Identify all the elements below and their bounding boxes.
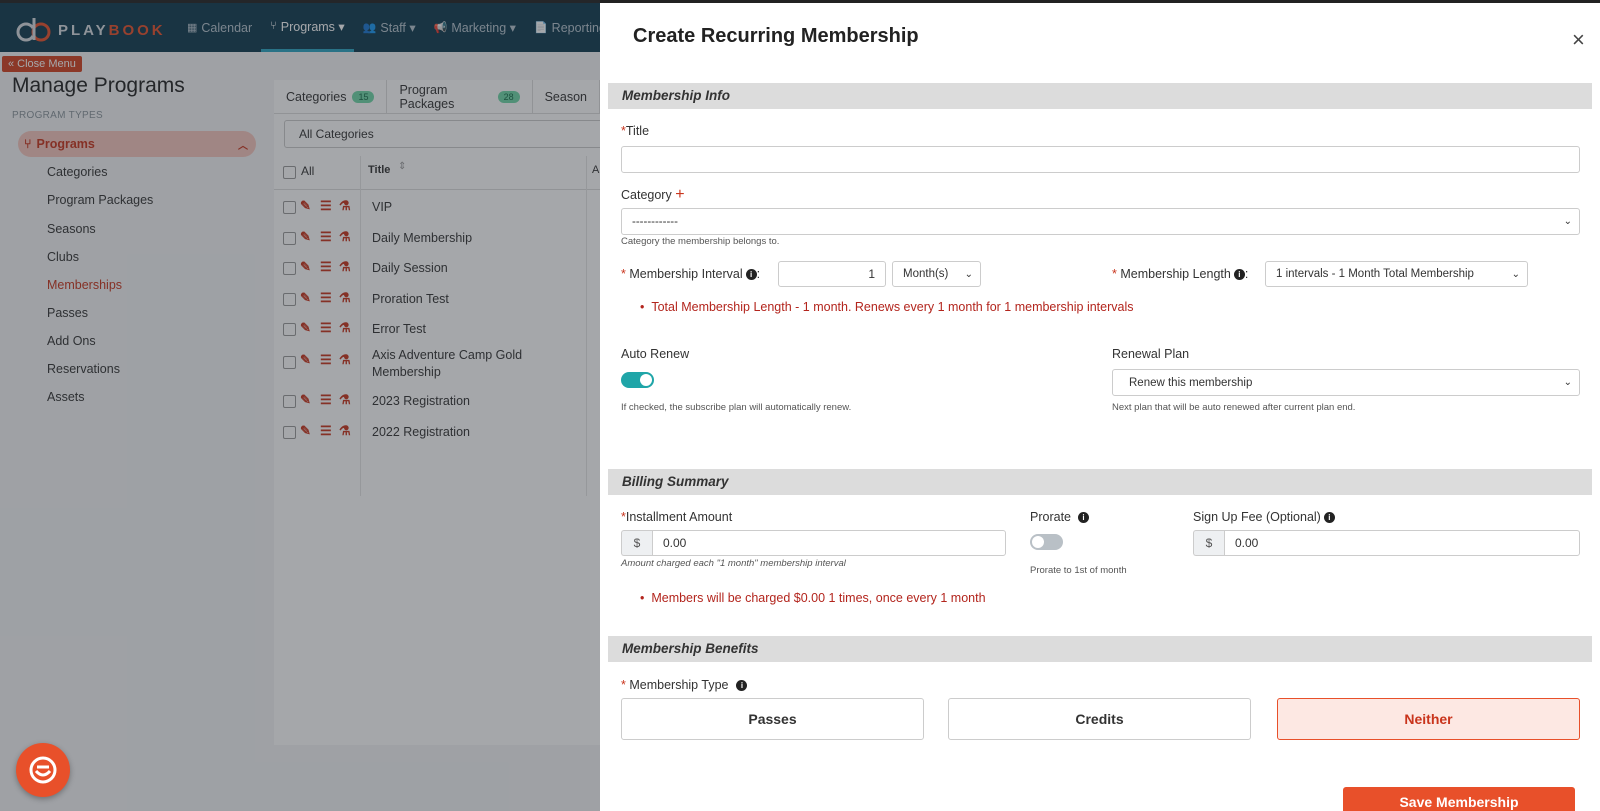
toggle-knob: [640, 374, 652, 386]
category-label-text: Category: [621, 188, 672, 202]
title-input[interactable]: [621, 146, 1580, 173]
prorate-label: Prorate i: [1030, 510, 1089, 524]
required-marker: *: [621, 267, 626, 281]
interval-label: * Membership Interval i:: [621, 267, 761, 281]
length-select-value: 1 intervals - 1 Month Total Membership: [1276, 268, 1474, 280]
interval-label-text: Membership Interval: [629, 267, 743, 281]
info-icon[interactable]: i: [1323, 512, 1335, 524]
prorate-toggle[interactable]: [1030, 534, 1063, 550]
page: PLAYBOOK ▦ Calendar ⑂ Programs ▾ 👥 Staff ▾ …: [0, 0, 1600, 811]
chevron-down-icon: ⌄: [1511, 268, 1520, 280]
modal-title: Create Recurring Membership: [633, 25, 919, 47]
length-note-text: Total Membership Length - 1 month. Renew…: [651, 300, 1134, 314]
installment-label: *Installment Amount: [621, 510, 732, 524]
category-select[interactable]: ------------ ⌄: [621, 208, 1580, 235]
currency-addon: $: [1193, 530, 1224, 556]
length-label-text: Membership Length: [1120, 267, 1231, 281]
add-category-icon[interactable]: +: [675, 186, 684, 203]
toggle-knob: [1032, 536, 1044, 548]
auto-renew-label: Auto Renew: [621, 347, 690, 361]
category-help: Category the membership belongs to.: [621, 236, 780, 247]
info-icon[interactable]: i: [736, 680, 748, 692]
type-credits-button[interactable]: Credits: [948, 698, 1251, 740]
section-billing-summary: Billing Summary: [608, 469, 1592, 495]
renewal-plan-help: Next plan that will be auto renewed afte…: [1112, 402, 1356, 413]
interval-unit-select[interactable]: Month(s) ⌄: [892, 261, 981, 287]
auto-renew-toggle[interactable]: [621, 372, 654, 388]
interval-input[interactable]: [778, 261, 886, 287]
interval-unit-value: Month(s): [903, 268, 949, 280]
chevron-down-icon: ⌄: [964, 268, 973, 280]
required-marker: *: [621, 678, 626, 692]
renewal-plan-label: Renewal Plan: [1112, 347, 1190, 361]
chat-icon: [29, 756, 57, 784]
save-membership-button[interactable]: Save Membership: [1343, 787, 1575, 811]
chevron-down-icon: ⌄: [1563, 216, 1572, 227]
create-membership-modal: Create Recurring Membership × Membership…: [600, 0, 1600, 811]
chat-button[interactable]: [16, 743, 70, 797]
installment-label-text: Installment Amount: [625, 510, 733, 524]
info-icon[interactable]: i: [745, 269, 757, 281]
modal-backdrop[interactable]: [0, 0, 600, 811]
membership-type-label-text: Membership Type: [629, 678, 729, 692]
category-label: Category +: [621, 186, 685, 204]
info-icon[interactable]: i: [1078, 512, 1089, 524]
title-label: *Title: [621, 124, 649, 138]
info-icon[interactable]: i: [1233, 269, 1245, 281]
section-membership-benefits: Membership Benefits: [608, 636, 1592, 662]
required-marker: *: [1112, 267, 1117, 281]
renewal-plan-select[interactable]: Renew this membership ⌄: [1112, 369, 1580, 396]
renewal-plan-value: Renew this membership: [1129, 376, 1253, 389]
prorate-label-text: Prorate: [1030, 510, 1071, 524]
installment-help: Amount charged each "1 month" membership…: [621, 558, 846, 569]
signup-fee-label-text: Sign Up Fee (Optional): [1193, 510, 1321, 524]
prorate-help: Prorate to 1st of month: [1030, 565, 1127, 576]
section-membership-info: Membership Info: [608, 83, 1592, 109]
length-select[interactable]: 1 intervals - 1 Month Total Membership ⌄: [1265, 261, 1528, 287]
signup-fee-label: Sign Up Fee (Optional) i: [1193, 510, 1335, 524]
charge-note-text: Members will be charged $0.00 1 times, o…: [651, 591, 986, 605]
title-label-text: Title: [625, 124, 650, 138]
charge-note: • Members will be charged $0.00 1 times,…: [640, 591, 986, 605]
installment-input[interactable]: [652, 530, 1006, 556]
category-select-value: ------------: [632, 215, 678, 228]
currency-addon: $: [621, 530, 652, 556]
membership-type-label: * Membership Type i: [621, 678, 748, 692]
auto-renew-help: If checked, the subscribe plan will auto…: [621, 402, 852, 413]
length-label: * Membership Length i:: [1112, 267, 1249, 281]
close-icon[interactable]: ×: [1572, 27, 1585, 53]
type-neither-button[interactable]: Neither: [1277, 698, 1580, 740]
chevron-down-icon: ⌄: [1563, 377, 1572, 388]
length-note: • Total Membership Length - 1 month. Ren…: [640, 300, 1134, 314]
signup-fee-input[interactable]: [1224, 530, 1580, 556]
type-passes-button[interactable]: Passes: [621, 698, 924, 740]
